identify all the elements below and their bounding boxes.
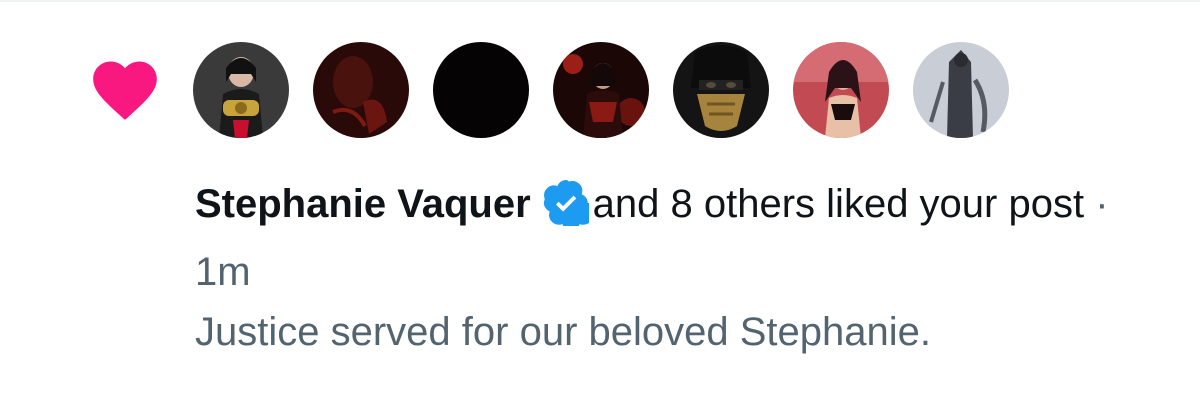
avatar[interactable] bbox=[673, 42, 769, 138]
notification-text: Stephanie Vaquer and 8 others liked your … bbox=[195, 170, 1155, 306]
avatar[interactable] bbox=[913, 42, 1009, 138]
top-divider bbox=[0, 0, 1200, 2]
separator: · bbox=[1095, 182, 1109, 226]
timestamp[interactable]: 1m bbox=[195, 250, 251, 294]
avatar[interactable] bbox=[553, 42, 649, 138]
avatar[interactable] bbox=[193, 42, 289, 138]
action-text: and 8 others liked your post bbox=[592, 182, 1085, 226]
user-name-link[interactable]: Stephanie Vaquer bbox=[195, 182, 531, 226]
verified-badge-icon bbox=[543, 180, 589, 226]
post-preview[interactable]: Justice served for our beloved Stephanie… bbox=[195, 304, 931, 360]
heart-icon bbox=[93, 61, 157, 120]
avatar[interactable] bbox=[433, 42, 529, 138]
avatar[interactable] bbox=[793, 42, 889, 138]
avatar[interactable] bbox=[313, 42, 409, 138]
